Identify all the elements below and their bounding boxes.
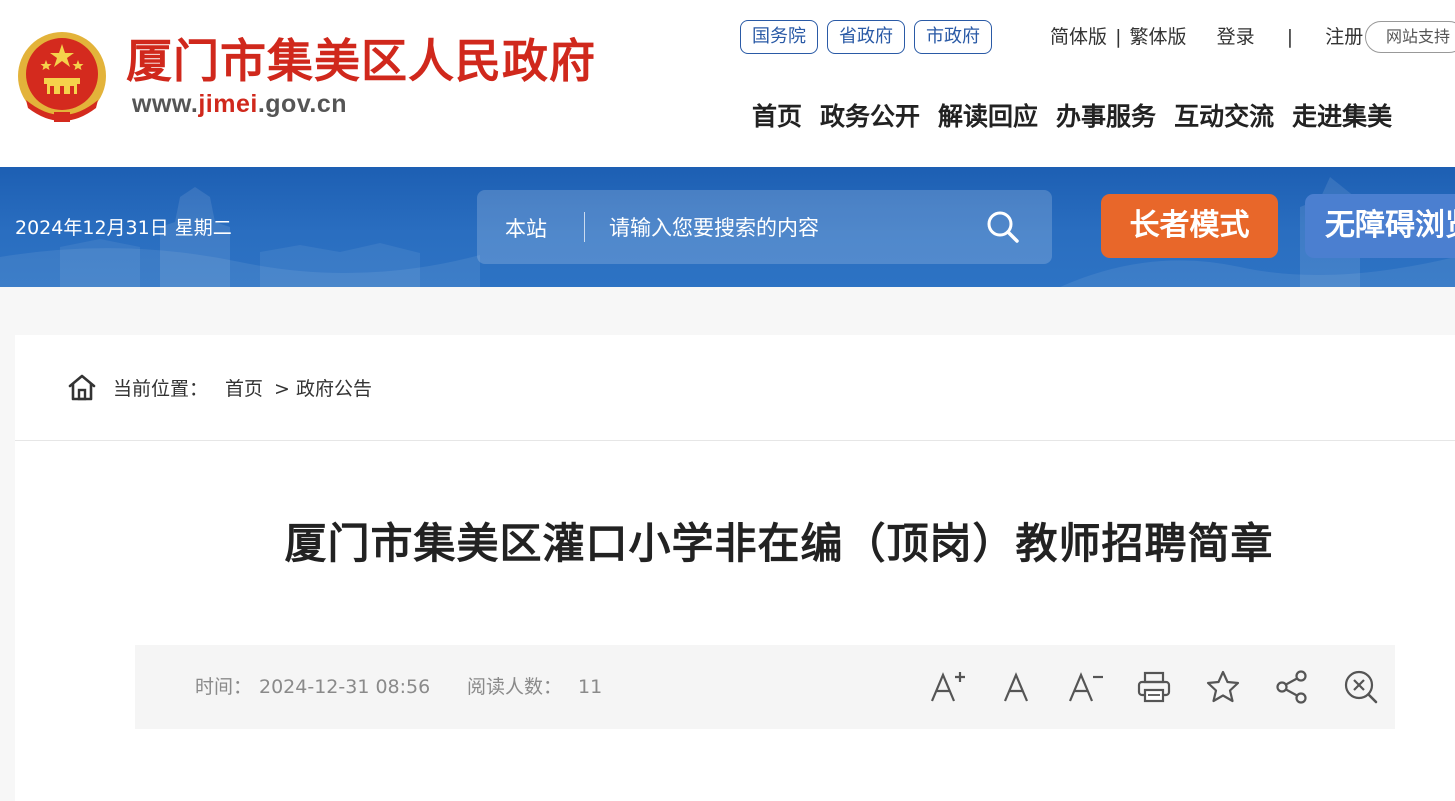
nav-government-affairs[interactable]: 政务公开 (820, 96, 920, 138)
font-decrease-icon[interactable] (1065, 667, 1105, 707)
main-nav: 首页 政务公开 解读回应 办事服务 互动交流 走进集美 (752, 96, 1392, 138)
breadcrumb-current[interactable]: 政府公告 (296, 376, 372, 402)
site-url-prefix: www. (132, 90, 199, 118)
breadcrumb: 当前位置： 首页 > 政府公告 (15, 335, 1455, 441)
home-icon[interactable] (67, 373, 97, 401)
nav-interaction[interactable]: 互动交流 (1174, 96, 1274, 138)
nav-interpretation[interactable]: 解读回应 (938, 96, 1038, 138)
article-meta-bar: 时间： 2024-12-31 08:56 阅读人数： 11 (135, 645, 1395, 729)
publish-time-label: 时间： (195, 676, 253, 698)
breadcrumb-home-link[interactable]: 首页 (225, 376, 263, 402)
breadcrumb-separator: > (274, 378, 290, 400)
site-url: www.jimei.gov.cn (132, 90, 347, 119)
province-gov-link[interactable]: 省政府 (827, 20, 905, 54)
search-box: 本站 (477, 190, 1052, 264)
state-council-link[interactable]: 国务院 (740, 20, 818, 54)
search-banner: 2024年12月31日 星期二 本站 长者模式 无障碍浏览 (0, 167, 1455, 287)
site-url-suffix: .gov.cn (257, 90, 348, 118)
print-icon[interactable] (1134, 667, 1174, 707)
auth-divider: | (1286, 26, 1294, 48)
font-normal-icon[interactable] (996, 667, 1036, 707)
read-count-value: 11 (578, 676, 603, 698)
register-link[interactable]: 注册 (1325, 26, 1363, 48)
national-emblem-logo (18, 32, 106, 122)
traditional-link[interactable]: 繁体版 (1130, 26, 1187, 48)
nav-about-jimei[interactable]: 走进集美 (1292, 96, 1392, 138)
nav-home[interactable]: 首页 (752, 96, 802, 138)
site-header: 厦门市集美区人民政府 www.jimei.gov.cn 国务院 省政府 市政府 … (0, 0, 1455, 167)
elder-mode-button[interactable]: 长者模式 (1101, 194, 1278, 258)
current-date: 2024年12月31日 星期二 (15, 217, 232, 239)
site-support-button[interactable]: 网站支持 (1365, 21, 1455, 53)
article-title: 厦门市集美区灌口小学非在编（顶岗）教师招聘简章 (284, 519, 1274, 568)
close-zoom-icon[interactable] (1341, 667, 1381, 707)
read-count-label: 阅读人数： (467, 676, 563, 698)
accessibility-button[interactable]: 无障碍浏览 (1305, 194, 1455, 258)
lang-divider: | (1115, 26, 1122, 48)
site-url-highlight: jimei (198, 90, 258, 118)
login-link[interactable]: 登录 (1217, 26, 1255, 48)
utility-links: 简体版 | 繁体版 登录 | 注册 (1050, 20, 1363, 54)
search-scope-selector[interactable]: 本站 (505, 213, 547, 243)
city-gov-link[interactable]: 市政府 (914, 20, 992, 54)
publish-time-value: 2024-12-31 08:56 (259, 676, 431, 698)
nav-services[interactable]: 办事服务 (1056, 96, 1156, 138)
favorite-star-icon[interactable] (1203, 667, 1243, 707)
search-icon[interactable] (985, 209, 1021, 245)
search-divider (584, 212, 585, 242)
simplified-link[interactable]: 简体版 (1050, 26, 1107, 48)
gov-links: 国务院 省政府 市政府 (740, 20, 992, 54)
site-name: 厦门市集美区人民政府 (126, 34, 596, 88)
article-card: 当前位置： 首页 > 政府公告 厦门市集美区灌口小学非在编（顶岗）教师招聘简章 … (15, 335, 1455, 801)
font-increase-icon[interactable] (927, 667, 967, 707)
search-input[interactable] (607, 208, 951, 248)
share-icon[interactable] (1272, 667, 1312, 707)
breadcrumb-label: 当前位置： (113, 378, 209, 400)
